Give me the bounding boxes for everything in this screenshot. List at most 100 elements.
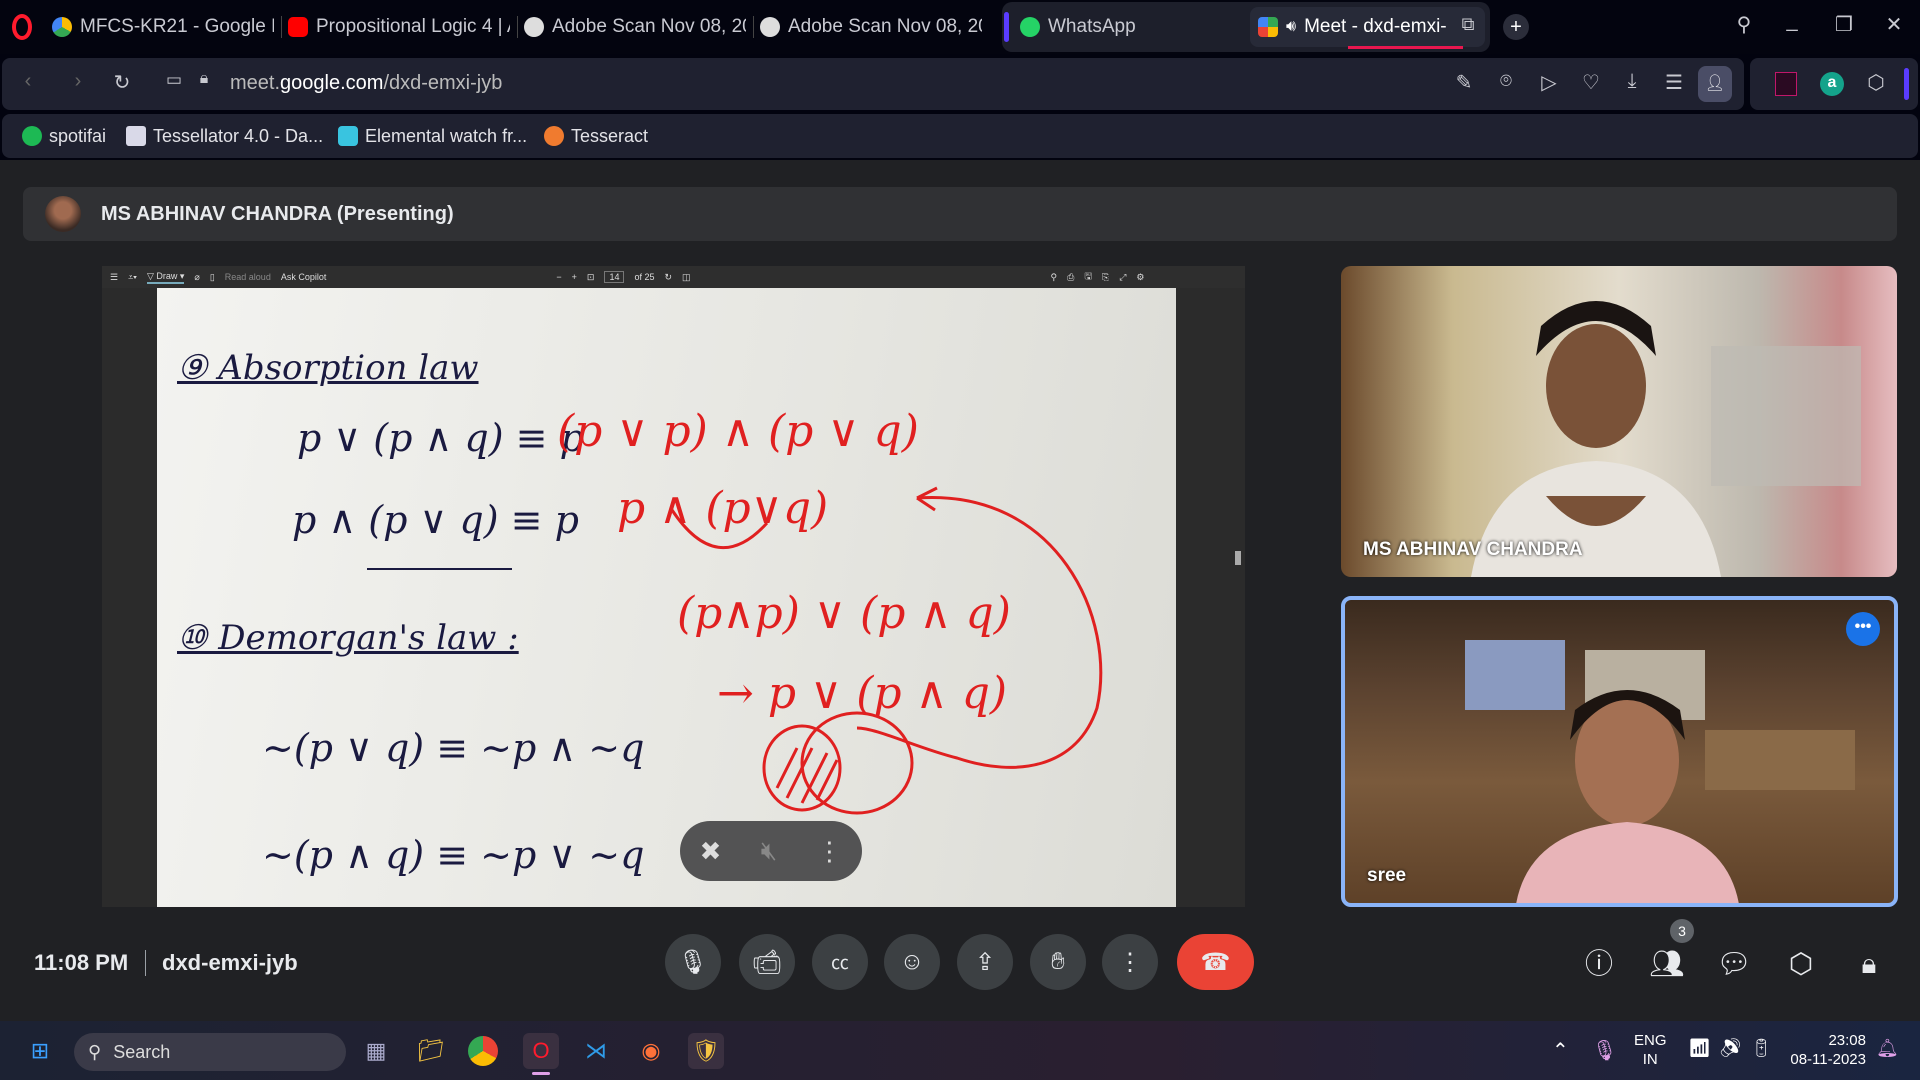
page-number-input[interactable]: 14 — [604, 271, 625, 283]
download-icon[interactable]: ⤓ — [1618, 70, 1646, 93]
participant-tile-abhinav[interactable]: MS ABHINAV CHANDRA — [1341, 266, 1897, 577]
meeting-details-icon[interactable]: ⓘ — [1581, 946, 1617, 982]
google-meet-icon — [1258, 17, 1278, 37]
profile-button[interactable]: 👤︎ — [1698, 66, 1732, 102]
fullscreen-icon[interactable]: ⤢ — [1119, 272, 1126, 283]
text-icon[interactable]: ▯ — [210, 272, 215, 283]
firefox-app[interactable]: ◉ — [633, 1033, 669, 1069]
tessellator-icon — [126, 126, 146, 146]
taskbar-search[interactable]: ⚲ Search — [74, 1033, 346, 1071]
read-aloud-button[interactable]: Read aloud — [225, 272, 271, 282]
screen-share[interactable]: ☰ ⩡▾ ▽ Draw ▾ ⌀ ▯ Read aloud Ask Copilot… — [102, 266, 1245, 907]
activities-icon[interactable]: ⬡ — [1783, 946, 1819, 982]
security-app[interactable]: 🛡︎ — [688, 1033, 724, 1069]
show-hidden-icons[interactable]: ⌃ — [1552, 1038, 1569, 1063]
grammar-extension-icon[interactable]: a — [1820, 72, 1844, 96]
scrollbar-thumb[interactable] — [1235, 551, 1241, 565]
calculator-app[interactable]: ▦ — [358, 1033, 394, 1069]
page-view-icon[interactable]: ◫ — [682, 272, 691, 283]
extensions-cube-icon[interactable]: ⬡ — [1862, 70, 1890, 95]
bookmarks-bar: spotifai Tessellator 4.0 - Da... Element… — [2, 114, 1918, 158]
rotate-icon[interactable]: ↻ — [664, 272, 672, 283]
chat-icon[interactable]: 💬︎ — [1716, 946, 1752, 982]
ask-copilot-button[interactable]: Ask Copilot — [281, 272, 327, 282]
participant-tile-sree[interactable]: ••• sree — [1341, 596, 1898, 907]
bookmark-tesseract[interactable]: Tesseract — [544, 114, 648, 158]
minimize-button[interactable]: _ — [1778, 10, 1806, 33]
tab-propositional-logic[interactable]: Propositional Logic 4 | A — [288, 10, 510, 44]
microphone-in-use-icon[interactable]: 🎙︎ — [1592, 1038, 1617, 1063]
highlight-icon[interactable]: ⩡▾ — [128, 272, 137, 283]
url-field[interactable]: meet.google.com/dxd-emxi-jyb — [230, 72, 502, 95]
edit-icon[interactable]: ✎ — [1450, 70, 1478, 95]
zoom-out-icon[interactable]: − — [556, 272, 561, 282]
file-explorer-app[interactable]: 📁︎ — [413, 1033, 449, 1069]
page-count: of 25 — [634, 272, 655, 282]
settings-icon[interactable]: ⚙ — [1136, 272, 1144, 283]
lock-icon[interactable]: 🔒︎ — [190, 70, 218, 88]
raise-hand-button[interactable]: ✋︎ — [1030, 934, 1086, 990]
tab-meet[interactable]: 🔊︎ Meet - dxd-emxi- — [1258, 10, 1448, 44]
search-icon[interactable]: ⚲ — [1051, 272, 1058, 283]
contents-icon[interactable]: ☰ — [110, 272, 118, 283]
tile-more-options-button[interactable]: ••• — [1846, 612, 1880, 646]
leave-call-button[interactable]: ☎︎ — [1177, 934, 1254, 990]
meeting-time: 11:08 PM — [34, 950, 129, 975]
tab-adobe-scan-1[interactable]: Adobe Scan Nov 08, 202 — [524, 10, 746, 44]
people-icon[interactable]: 👥︎ — [1649, 946, 1685, 982]
language-indicator[interactable]: ENG IN — [1634, 1031, 1667, 1069]
more-options-button[interactable]: ⋮ — [1102, 934, 1158, 990]
easy-setup-icon[interactable]: ☰ — [1660, 70, 1688, 95]
mute-icon[interactable]: 🔇︎ — [761, 835, 777, 867]
unpin-icon[interactable]: ✖ — [700, 836, 722, 867]
snapshot-icon[interactable]: ⌾ — [1492, 70, 1520, 93]
extension-icon[interactable] — [1775, 72, 1797, 96]
tab-adobe-scan-2[interactable]: Adobe Scan Nov 08, 202 — [760, 10, 982, 44]
new-tab-button[interactable]: + — [1503, 14, 1529, 40]
forward-button[interactable]: › — [64, 70, 92, 93]
emoji-reactions-button[interactable]: ☺ — [884, 934, 940, 990]
reload-button[interactable]: ↻ — [108, 70, 136, 95]
tab-group-indicator — [1004, 12, 1009, 42]
notifications-bell-icon[interactable]: 🔔︎ — [1876, 1038, 1899, 1059]
back-button[interactable]: ‹ — [14, 70, 42, 93]
opera-app[interactable]: O — [523, 1033, 559, 1069]
draw-button[interactable]: ▽ Draw ▾ — [146, 271, 185, 284]
bookmark-spotifai[interactable]: spotifai — [22, 114, 106, 158]
tab-mfcs[interactable]: MFCS-KR21 - Google Dr — [52, 10, 274, 44]
clock[interactable]: 23:08 08-11-2023 — [1790, 1031, 1866, 1069]
restore-button[interactable]: ❐ — [1830, 12, 1858, 37]
eraser-icon[interactable]: ⌀ — [194, 272, 199, 283]
microphone-button[interactable]: 🎙︎ — [665, 934, 721, 990]
participant-name: MS ABHINAV CHANDRA — [1363, 539, 1583, 560]
fit-icon[interactable]: ⊡ — [587, 272, 595, 283]
opera-logo-icon[interactable] — [12, 14, 32, 40]
tab-whatsapp[interactable]: WhatsApp — [1020, 10, 1220, 44]
close-button[interactable]: ✕ — [1880, 12, 1908, 37]
heart-icon[interactable]: ♡ — [1577, 70, 1605, 95]
speaker-icon: 🔊︎ — [1286, 18, 1297, 35]
windows-start-button[interactable]: ⊞ — [22, 1033, 58, 1069]
bookmark-elemental[interactable]: Elemental watch fr... — [338, 114, 527, 158]
bookmark-tessellator[interactable]: Tessellator 4.0 - Da... — [126, 114, 323, 158]
more-options-icon[interactable]: ⋮ — [816, 836, 842, 867]
zoom-in-icon[interactable]: + — [572, 272, 577, 282]
print-icon[interactable]: ⎙ — [1067, 272, 1074, 283]
vscode-app[interactable]: ⋊ — [578, 1033, 614, 1069]
chrome-app[interactable] — [468, 1036, 498, 1066]
annotation-strokes — [670, 486, 1103, 815]
save-as-icon[interactable]: ⎘ — [1102, 272, 1109, 283]
camera-button[interactable]: 📹︎ — [739, 934, 795, 990]
play-icon[interactable]: ▷ — [1535, 70, 1563, 95]
host-controls-icon[interactable]: 🔒︎ — [1851, 946, 1887, 982]
participant-name: sree — [1367, 865, 1407, 886]
search-tabs-icon[interactable]: ⚲ — [1730, 12, 1758, 37]
system-tray-icons[interactable]: 📶︎🔊︎🔋︎ — [1688, 1038, 1781, 1059]
extensions-bar: a ⬡ — [1750, 58, 1918, 110]
save-icon[interactable]: 🖫︎ — [1084, 269, 1092, 285]
google-drive-icon — [52, 17, 72, 37]
present-screen-button[interactable]: ⇪ — [957, 934, 1013, 990]
captions-button[interactable]: ㏄ — [812, 934, 868, 990]
tab-snapshot-icon[interactable]: ⧉ — [1454, 14, 1482, 35]
camera-permission-icon[interactable]: ▭ — [160, 70, 188, 90]
